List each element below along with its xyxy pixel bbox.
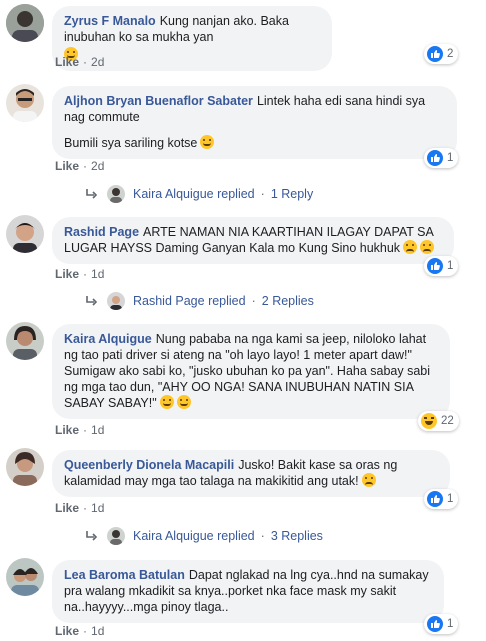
like-reaction-icon [427, 616, 443, 632]
separator-dot: · [251, 294, 256, 308]
comment-meta: Like · 1d [55, 423, 104, 437]
haha-reaction-icon [421, 413, 437, 429]
comment-meta: Like · 1d [55, 501, 104, 515]
comment-meta: Like · 1d [55, 624, 104, 638]
comment-age[interactable]: 1d [91, 624, 104, 638]
replier-avatar [107, 527, 125, 545]
comment-author[interactable]: Zyrus F Manalo [64, 14, 156, 28]
laughing-emoji-icon [176, 395, 191, 409]
like-button[interactable]: Like [55, 501, 79, 515]
avatar[interactable] [6, 322, 44, 360]
comment-meta: Like · 2d [55, 55, 104, 69]
separator-dot: · [83, 501, 88, 515]
separator-dot: · [83, 267, 88, 281]
replier-name: Rashid Page [133, 294, 205, 308]
like-reaction-icon [427, 491, 443, 507]
reply-arrow-icon [86, 296, 98, 306]
comment-author[interactable]: Rashid Page [64, 225, 139, 239]
like-button[interactable]: Like [55, 159, 79, 173]
comment-thread: Zyrus F Manalo Kung nanjan ako. Baka inub… [0, 0, 486, 641]
comment-age[interactable]: 1d [91, 423, 104, 437]
like-reaction-icon [427, 46, 443, 62]
reaction-count: 2 [447, 48, 454, 60]
like-reaction-icon [427, 258, 443, 274]
replier-avatar [107, 292, 125, 310]
reaction-summary[interactable]: 22 [418, 411, 459, 431]
reaction-count: 1 [447, 152, 454, 164]
like-button[interactable]: Like [55, 624, 79, 638]
separator-dot: · [260, 529, 265, 543]
reaction-summary[interactable]: 1 [424, 148, 459, 168]
avatar[interactable] [6, 215, 44, 253]
comment-author[interactable]: Lea Baroma Batulan [64, 568, 185, 582]
comment-age[interactable]: 2d [91, 55, 104, 69]
separator-dot: · [83, 624, 88, 638]
like-button[interactable]: Like [55, 267, 79, 281]
separator-dot: · [260, 187, 265, 201]
disappointed-emoji-icon [361, 473, 376, 487]
reaction-count: 22 [441, 415, 454, 427]
comment-age[interactable]: 2d [91, 159, 104, 173]
pensive-emoji-icon [403, 240, 418, 254]
reaction-count: 1 [447, 493, 454, 505]
replied-label: replied [208, 294, 246, 308]
reply-arrow-icon [86, 531, 98, 541]
comment-author[interactable]: Kaira Alquigue [64, 332, 152, 346]
avatar[interactable] [6, 84, 44, 122]
comment-meta: Like · 2d [55, 159, 104, 173]
comment-meta: Like · 1d [55, 267, 104, 281]
reaction-summary[interactable]: 2 [424, 44, 459, 64]
view-replies-link[interactable]: Kaira Alquigue replied · 3 Replies [85, 527, 323, 545]
replier-avatar [107, 185, 125, 203]
reaction-count: 1 [447, 618, 454, 630]
reply-arrow-icon [86, 189, 98, 199]
reaction-summary[interactable]: 1 [424, 489, 459, 509]
avatar[interactable] [6, 448, 44, 486]
replied-label: replied [217, 529, 255, 543]
comment-bubble: Lea Baroma Batulan Dapat nglakad na lng c… [52, 560, 444, 623]
reaction-count: 1 [447, 260, 454, 272]
replier-name: Kaira Alquigue [133, 529, 214, 543]
comment-bubble: Aljhon Bryan Buenaflor Sabater Lintek hah… [52, 86, 457, 159]
like-button[interactable]: Like [55, 55, 79, 69]
confused-emoji-icon [420, 240, 435, 254]
comment-text: Bumili sya sariling kotse [64, 136, 198, 150]
separator-dot: · [83, 423, 88, 437]
comment-author[interactable]: Queenberly Dionela Macapili [64, 458, 234, 472]
reply-count[interactable]: 1 Reply [271, 187, 313, 201]
comment-age[interactable]: 1d [91, 267, 104, 281]
laughing-emoji-icon [159, 395, 174, 409]
comment-author[interactable]: Aljhon Bryan Buenaflor Sabater [64, 94, 253, 108]
replier-name: Kaira Alquigue [133, 187, 214, 201]
view-replies-link[interactable]: Kaira Alquigue replied · 1 Reply [85, 185, 313, 203]
like-button[interactable]: Like [55, 423, 79, 437]
separator-dot: · [83, 55, 88, 69]
reply-count[interactable]: 2 Replies [262, 294, 314, 308]
reply-count[interactable]: 3 Replies [271, 529, 323, 543]
replied-label: replied [217, 187, 255, 201]
comment-bubble: Kaira Alquigue Nung pababa na nga kami sa… [52, 324, 450, 419]
comment-bubble: Queenberly Dionela Macapili Jusko! Bakit … [52, 450, 450, 497]
avatar[interactable] [6, 4, 44, 42]
reaction-summary[interactable]: 1 [424, 256, 459, 276]
like-reaction-icon [427, 150, 443, 166]
reaction-summary[interactable]: 1 [424, 614, 459, 634]
comment-age[interactable]: 1d [91, 501, 104, 515]
avatar[interactable] [6, 558, 44, 596]
separator-dot: · [83, 159, 88, 173]
comment-bubble: Rashid Page ARTE NAMAN NIA KAARTIHAN ILAG… [52, 217, 454, 264]
view-replies-link[interactable]: Rashid Page replied · 2 Replies [85, 292, 314, 310]
laughing-emoji-icon [200, 135, 215, 149]
